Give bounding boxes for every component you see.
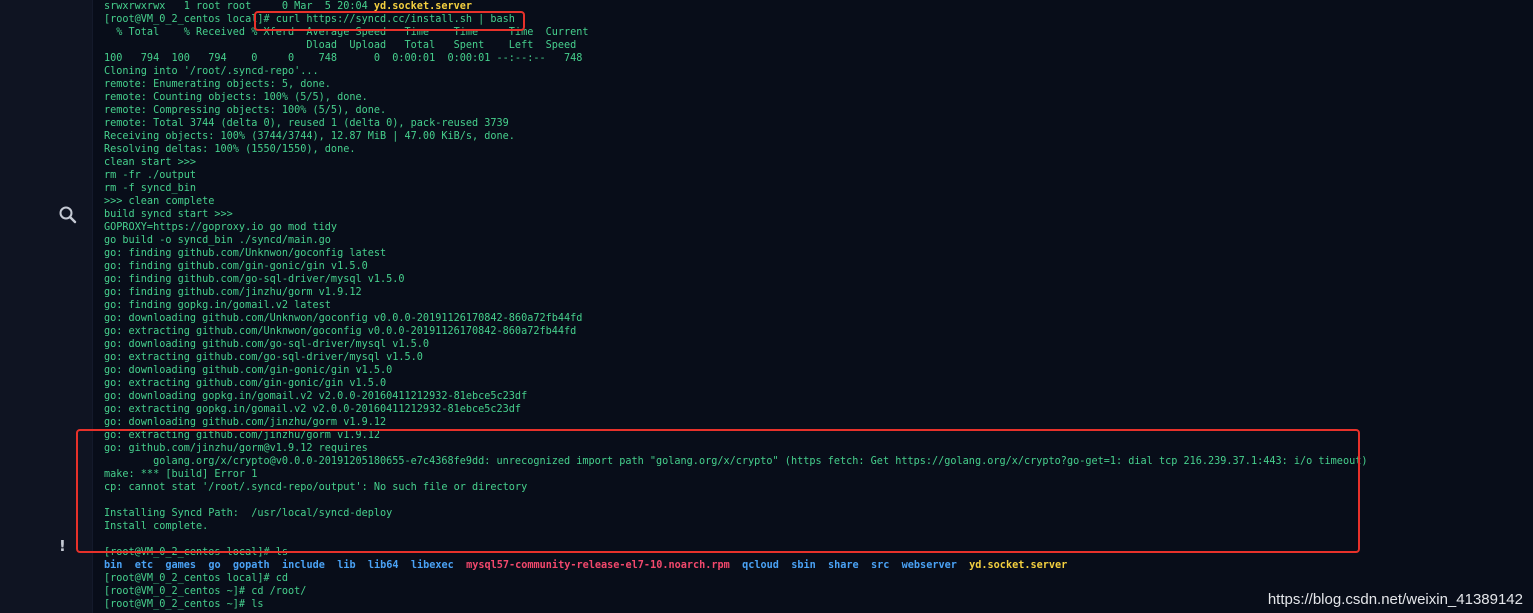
terminal-line: go: extracting github.com/go-sql-driver/…: [104, 352, 423, 363]
sidebar: !: [0, 0, 93, 613]
directory-entry: gopath: [232, 560, 270, 571]
terminal-line: go: finding github.com/gin-gonic/gin v1.…: [104, 261, 368, 272]
directory-entry: lib64: [367, 560, 399, 571]
directory-entry: libexec: [410, 560, 454, 571]
terminal-line: Dload Upload Total Spent Left Speed: [104, 40, 577, 51]
directory-entry: etc: [134, 560, 154, 571]
terminal-line: Receiving objects: 100% (3744/3744), 12.…: [104, 131, 515, 142]
terminal-line: go: finding gopkg.in/gomail.v2 latest: [104, 300, 331, 311]
directory-entry: sbin: [791, 560, 816, 571]
terminal-line: >>> clean complete: [104, 196, 215, 207]
directory-entry: bin: [104, 560, 123, 571]
terminal-line: go: downloading github.com/go-sql-driver…: [104, 339, 430, 350]
terminal-line: go: downloading github.com/jinzhu/gorm v…: [104, 417, 387, 428]
directory-entry: include: [281, 560, 325, 571]
terminal-line: build syncd start >>>: [104, 209, 233, 220]
watermark: https://blog.csdn.net/weixin_41389142: [1267, 591, 1523, 608]
terminal-line: go: downloading github.com/gin-gonic/gin…: [104, 365, 393, 376]
terminal-line: go: github.com/jinzhu/gorm@v1.9.12 requi…: [104, 443, 368, 454]
terminal-output[interactable]: srwxrwxrwx 1 root root 0 Mar 5 20:04 yd.…: [104, 0, 1524, 613]
directory-entry: lib: [337, 560, 356, 571]
search-icon[interactable]: [58, 205, 78, 225]
directory-entry: webserver: [901, 560, 957, 571]
terminal-line: remote: Compressing objects: 100% (5/5),…: [104, 105, 387, 116]
terminal-line: go build -o syncd_bin ./syncd/main.go: [104, 235, 331, 246]
terminal-line: % Total % Received % Xferd Average Speed…: [104, 27, 589, 38]
terminal-line: 100 794 100 794 0 0 748 0 0:00:01 0:00:0…: [104, 53, 583, 64]
terminal-line: go: extracting github.com/gin-gonic/gin …: [104, 378, 387, 389]
terminal-line: make: *** [build] Error 1: [104, 469, 258, 480]
terminal-line: go: finding github.com/Unknwon/goconfig …: [104, 248, 387, 259]
command-line: [root@VM_0_2_centos local]# curl https:/…: [104, 13, 515, 26]
terminal-line: [root@VM_0_2_centos ~]# cd /root/: [104, 586, 307, 597]
directory-entry: go: [208, 560, 221, 571]
terminal-line: [root@VM_0_2_centos local]# cd: [104, 573, 289, 584]
terminal-line: go: extracting github.com/Unknwon/goconf…: [104, 326, 577, 337]
directory-entry: share: [828, 560, 859, 571]
socket-file: yd.socket.server: [373, 1, 473, 12]
rpm-file: mysql57-community-release-el7-10.noarch.…: [466, 560, 730, 571]
install-command: # curl https://syncd.cc/install.sh | bas…: [263, 14, 515, 25]
line-text: srwxrwxrwx 1 root root 0 Mar 5 20:04: [104, 1, 374, 12]
terminal-line: Install complete.: [104, 521, 209, 532]
ls-output: bin etc games go gopath include lib lib6…: [104, 559, 1080, 572]
terminal-line: [root@VM_0_2_centos local]# ls: [104, 547, 289, 558]
directory-entry: qcloud: [742, 560, 779, 571]
terminal-line: [root@VM_0_2_centos ~]# ls: [104, 599, 264, 610]
directory-entry: games: [165, 560, 197, 571]
terminal-line: go: finding github.com/jinzhu/gorm v1.9.…: [104, 287, 362, 298]
terminal-line: rm -f syncd_bin: [104, 183, 197, 194]
terminal-line: go: finding github.com/go-sql-driver/mys…: [104, 274, 405, 285]
socket-file: yd.socket.server: [969, 560, 1068, 571]
terminal-line: go: downloading github.com/Unknwon/gocon…: [104, 313, 583, 324]
terminal-line: rm -fr ./output: [104, 170, 197, 181]
terminal-line: GOPROXY=https://goproxy.io go mod tidy: [104, 222, 338, 233]
terminal-line: remote: Total 3744 (delta 0), reused 1 (…: [104, 118, 509, 129]
terminal-line: go: extracting github.com/jinzhu/gorm v1…: [104, 430, 381, 441]
terminal-line: go: extracting gopkg.in/gomail.v2 v2.0.0…: [104, 404, 522, 415]
directory-entry: src: [870, 560, 890, 571]
terminal-line: clean start >>>: [104, 157, 197, 168]
shell-prompt: [root@VM_0_2_centos local]: [104, 14, 264, 25]
exclamation-icon[interactable]: !: [59, 536, 69, 556]
terminal-line: golang.org/x/crypto@v0.0.0-2019120518065…: [104, 456, 1368, 467]
terminal-line: Resolving deltas: 100% (1550/1550), done…: [104, 144, 356, 155]
terminal-line: remote: Counting objects: 100% (5/5), do…: [104, 92, 368, 103]
terminal-line: go: downloading gopkg.in/gomail.v2 v2.0.…: [104, 391, 528, 402]
terminal-line: Cloning into '/root/.syncd-repo'...: [104, 66, 319, 77]
terminal-line: Installing Syncd Path: /usr/local/syncd-…: [104, 508, 393, 519]
terminal-line: srwxrwxrwx 1 root root 0 Mar 5 20:04 yd.…: [104, 0, 472, 13]
terminal-line: remote: Enumerating objects: 5, done.: [104, 79, 331, 90]
terminal-line: cp: cannot stat '/root/.syncd-repo/outpu…: [104, 482, 528, 493]
